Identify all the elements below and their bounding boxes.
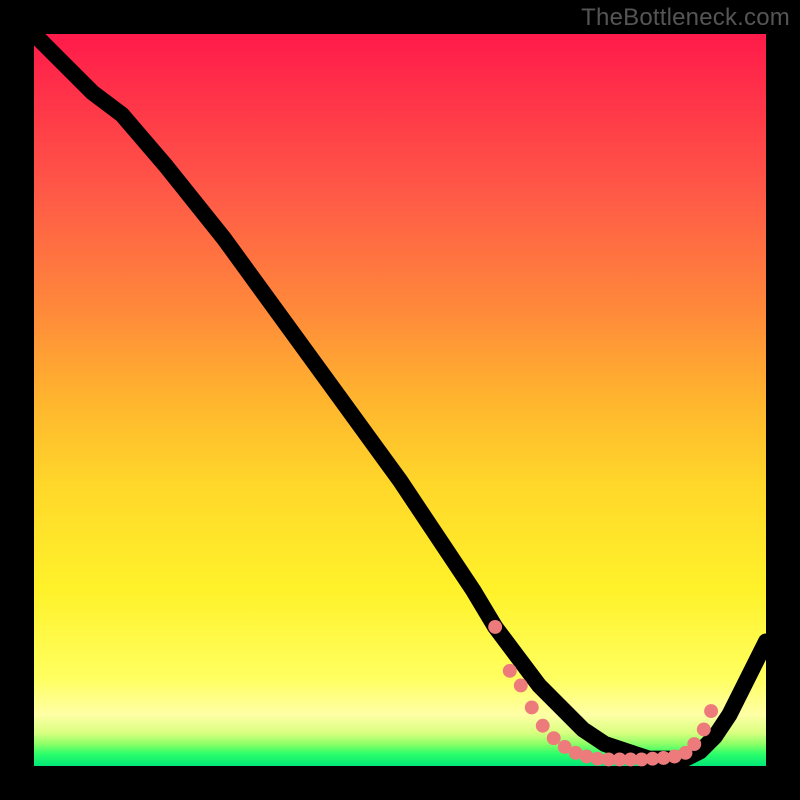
- bottleneck-curve: [34, 34, 766, 759]
- curve-marker: [687, 737, 701, 751]
- plot-svg: [34, 34, 766, 766]
- curve-marker: [525, 700, 539, 714]
- curve-marker: [503, 664, 517, 678]
- plot-area: [34, 34, 766, 766]
- chart-frame: TheBottleneck.com: [0, 0, 800, 800]
- curve-marker: [536, 719, 550, 733]
- curve-marker: [697, 722, 711, 736]
- curve-marker: [547, 731, 561, 745]
- curve-marker: [488, 620, 502, 634]
- watermark-text: TheBottleneck.com: [581, 4, 790, 32]
- curve-marker: [514, 679, 528, 693]
- curve-marker: [704, 704, 718, 718]
